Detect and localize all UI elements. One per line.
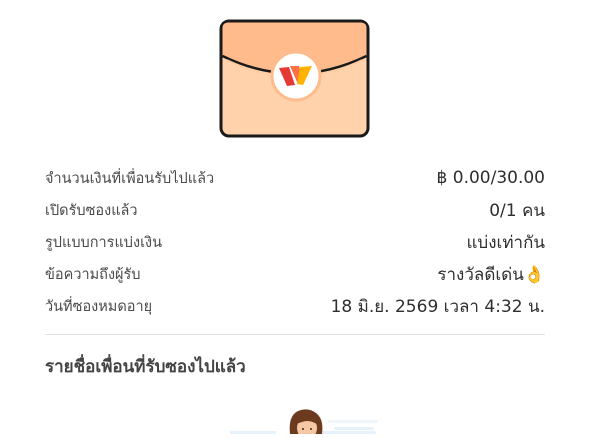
detail-label-opened: เปิดรับซองแล้ว <box>45 202 138 219</box>
wallet-logo-icon <box>270 50 322 102</box>
detail-row-expiry: วันที่ซองหมดอายุ 18 มิ.ย. 2569 เวลา 4:32… <box>45 290 545 322</box>
detail-value-split-type: แบ่งเท่ากัน <box>466 232 545 253</box>
red-envelope-icon <box>219 19 370 139</box>
detail-value-amount: ฿ 0.00/30.00 <box>436 168 545 188</box>
detail-value-expiry: 18 มิ.ย. 2569 เวลา 4:32 น. <box>330 296 545 317</box>
detail-value-message: รางวัลดีเด่น👌 <box>437 264 545 285</box>
envelope-details: จำนวนเงินที่เพื่อนรับไปแล้ว ฿ 0.00/30.00… <box>45 162 545 322</box>
detail-row-message: ข้อความถึงผู้รับ รางวัลดีเด่น👌 <box>45 258 545 290</box>
detail-label-message: ข้อความถึงผู้รับ <box>45 266 141 283</box>
detail-row-split-type: รูปแบบการแบ่งเงิน แบ่งเท่ากัน <box>45 226 545 258</box>
detail-row-opened: เปิดรับซองแล้ว 0/1 คน <box>45 194 545 226</box>
detail-label-amount: จำนวนเงินที่เพื่อนรับไปแล้ว <box>45 170 215 187</box>
section-divider <box>45 334 545 335</box>
detail-label-expiry: วันที่ซองหมดอายุ <box>45 298 153 315</box>
detail-label-split-type: รูปแบบการแบ่งเงิน <box>45 234 163 251</box>
detail-row-amount: จำนวนเงินที่เพื่อนรับไปแล้ว ฿ 0.00/30.00 <box>45 162 545 194</box>
detail-value-opened: 0/1 คน <box>489 200 545 221</box>
recipients-title: รายชื่อเพื่อนที่รับซองไปแล้ว <box>45 357 246 377</box>
person-illustration-icon <box>230 404 380 438</box>
